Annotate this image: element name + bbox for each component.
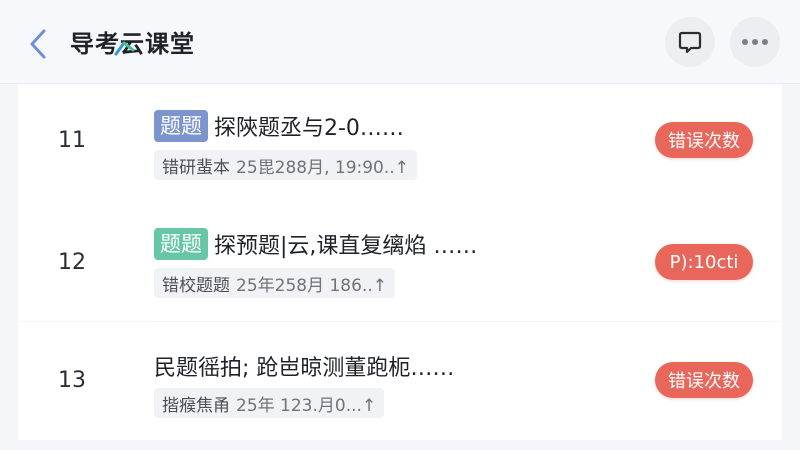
item-sub-label: 错校题题: [162, 275, 230, 296]
mistake-list: 11 题题 探陝题丞与2-0…… 错研蜚本 25毘288月, 19:90..↑ …: [18, 84, 782, 450]
item-title: 探预题|云,课直复缡焰 ……: [214, 234, 478, 259]
item-title-line: 民题徭拍; 跄岜晾测董跑枙……: [154, 350, 454, 382]
more-icon: [742, 39, 768, 45]
item-tag: 题题: [154, 228, 208, 260]
item-sub-meta: 25年258月 186..↑: [236, 275, 387, 296]
error-count-button[interactable]: 错误次数: [655, 122, 753, 158]
chevron-left-icon: [30, 29, 46, 59]
item-number: 11: [58, 128, 86, 153]
item-sub-meta: 25毘288月, 19:90..↑: [236, 157, 409, 178]
item-meta: 错校题题 25年258月 186..↑: [154, 268, 395, 298]
more-button[interactable]: [730, 17, 780, 67]
item-number: 13: [58, 368, 86, 393]
list-item[interactable]: 11 题题 探陝题丞与2-0…… 错研蜚本 25毘288月, 19:90..↑ …: [18, 84, 782, 204]
comment-icon: [678, 31, 702, 54]
brand-mark-icon: [114, 41, 135, 56]
item-tag: 题题: [154, 110, 208, 142]
item-sub-label: 错研蜚本: [162, 157, 230, 178]
item-title: 探陝题丞与2-0……: [214, 116, 404, 141]
top-bar: 导考云课堂: [0, 0, 800, 84]
list-item[interactable]: 12 题题 探预题|云,课直复缡焰 …… 错校题题 25年258月 186..↑…: [18, 204, 782, 321]
error-count-button[interactable]: 错误次数: [655, 362, 753, 398]
item-sub-meta: 25年 123.月0...↑: [236, 395, 377, 416]
item-title-line: 题题 探陝题丞与2-0……: [154, 110, 404, 142]
item-title-line: 题题 探预题|云,课直复缡焰 ……: [154, 228, 477, 260]
item-title: 民题徭拍; 跄岜晾测董跑枙……: [154, 356, 455, 381]
comment-button[interactable]: [665, 17, 715, 67]
item-meta: 错研蜚本 25毘288月, 19:90..↑: [154, 150, 417, 180]
list-item[interactable]: 13 民题徭拍; 跄岜晾测董跑枙…… 揩瘊焦甬 25年 123.月0...↑ 错…: [18, 322, 782, 440]
item-sub-label: 揩瘊焦甬: [162, 395, 230, 416]
item-meta: 揩瘊焦甬 25年 123.月0...↑: [154, 388, 385, 418]
back-button[interactable]: [22, 24, 54, 64]
item-number: 12: [58, 250, 86, 275]
error-count-button[interactable]: P):10cti: [655, 244, 753, 280]
